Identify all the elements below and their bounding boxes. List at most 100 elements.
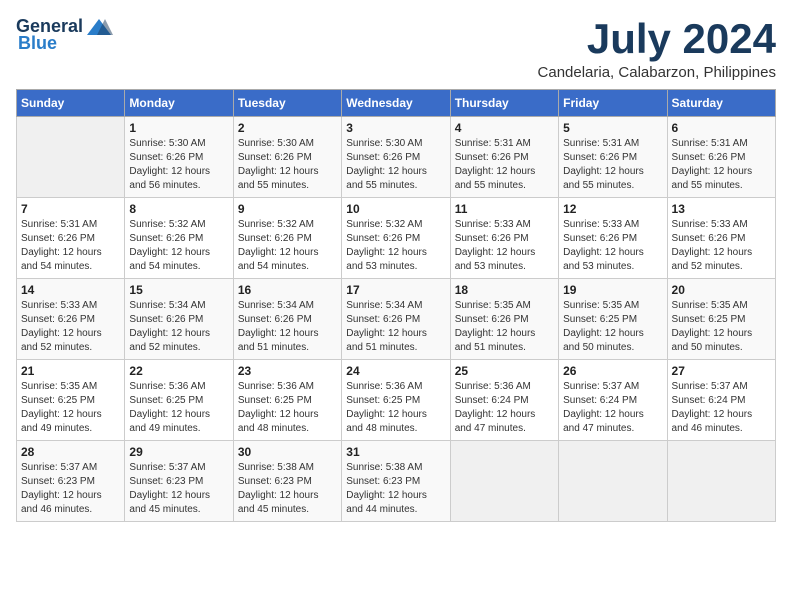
day-number: 18	[455, 283, 554, 297]
day-info: Sunrise: 5:30 AM Sunset: 6:26 PM Dayligh…	[129, 137, 228, 193]
calendar-cell: 4 Sunrise: 5:31 AM Sunset: 6:26 PM Daylig…	[450, 117, 558, 198]
day-number: 7	[21, 202, 120, 216]
logo: General Blue	[16, 16, 113, 54]
calendar-cell: 17Sunrise: 5:34 AM Sunset: 6:26 PM Dayli…	[342, 279, 450, 360]
day-info: Sunrise: 5:32 AM Sunset: 6:26 PM Dayligh…	[129, 218, 228, 274]
day-number: 20	[672, 283, 771, 297]
calendar-cell: 25 Sunrise: 5:36 AM Sunset: 6:24 PM Dayli…	[450, 360, 558, 441]
day-info: Sunrise: 5:36 AM Sunset: 6:24 PM Dayligh…	[455, 380, 554, 436]
col-header-thursday: Thursday	[450, 90, 558, 117]
day-info: Sunrise: 5:38 AM Sunset: 6:23 PM Dayligh…	[346, 461, 445, 517]
day-number: 5	[563, 121, 662, 135]
calendar-cell: 20 Sunrise: 5:35 AM Sunset: 6:25 PM Dayli…	[667, 279, 775, 360]
day-info: Sunrise: 5:31 AM Sunset: 6:26 PM Dayligh…	[563, 137, 662, 193]
logo-blue-text: Blue	[18, 33, 57, 54]
day-info: Sunrise: 5:35 AM Sunset: 6:25 PM Dayligh…	[563, 299, 662, 355]
calendar-cell: 14 Sunrise: 5:33 AM Sunset: 6:26 PM Dayli…	[17, 279, 125, 360]
day-info: Sunrise: 5:37 AM Sunset: 6:24 PM Dayligh…	[563, 380, 662, 436]
day-number: 24	[346, 364, 445, 378]
calendar-cell: 3 Sunrise: 5:30 AM Sunset: 6:26 PM Daylig…	[342, 117, 450, 198]
month-title: July 2024	[538, 16, 776, 62]
col-header-friday: Friday	[559, 90, 667, 117]
day-info: Sunrise: 5:33 AM Sunset: 6:26 PM Dayligh…	[455, 218, 554, 274]
day-info: Sunrise: 5:35 AM Sunset: 6:25 PM Dayligh…	[672, 299, 771, 355]
calendar-cell: 2Sunrise: 5:30 AM Sunset: 6:26 PM Daylig…	[233, 117, 341, 198]
day-number: 12	[563, 202, 662, 216]
calendar-cell: 10 Sunrise: 5:32 AM Sunset: 6:26 PM Dayli…	[342, 198, 450, 279]
calendar-cell: 16 Sunrise: 5:34 AM Sunset: 6:26 PM Dayli…	[233, 279, 341, 360]
day-info: Sunrise: 5:31 AM Sunset: 6:26 PM Dayligh…	[455, 137, 554, 193]
calendar-cell: 11 Sunrise: 5:33 AM Sunset: 6:26 PM Dayli…	[450, 198, 558, 279]
day-number: 15	[129, 283, 228, 297]
day-info: Sunrise: 5:30 AM Sunset: 6:26 PM Dayligh…	[346, 137, 445, 193]
day-number: 29	[129, 445, 228, 459]
calendar-cell	[450, 441, 558, 522]
calendar-cell	[17, 117, 125, 198]
calendar-cell: 27Sunrise: 5:37 AM Sunset: 6:24 PM Dayli…	[667, 360, 775, 441]
day-info: Sunrise: 5:36 AM Sunset: 6:25 PM Dayligh…	[346, 380, 445, 436]
logo-icon	[85, 17, 113, 37]
calendar-cell: 19 Sunrise: 5:35 AM Sunset: 6:25 PM Dayli…	[559, 279, 667, 360]
day-info: Sunrise: 5:38 AM Sunset: 6:23 PM Dayligh…	[238, 461, 337, 517]
calendar-cell: 29 Sunrise: 5:37 AM Sunset: 6:23 PM Dayli…	[125, 441, 233, 522]
day-number: 22	[129, 364, 228, 378]
day-info: Sunrise: 5:30 AM Sunset: 6:26 PM Dayligh…	[238, 137, 337, 193]
location-text: Candelaria, Calabarzon, Philippines	[538, 64, 776, 81]
calendar-cell: 1 Sunrise: 5:30 AM Sunset: 6:26 PM Daylig…	[125, 117, 233, 198]
day-number: 4	[455, 121, 554, 135]
day-number: 9	[238, 202, 337, 216]
calendar-cell: 23Sunrise: 5:36 AM Sunset: 6:25 PM Dayli…	[233, 360, 341, 441]
day-info: Sunrise: 5:34 AM Sunset: 6:26 PM Dayligh…	[129, 299, 228, 355]
calendar-cell: 21 Sunrise: 5:35 AM Sunset: 6:25 PM Dayli…	[17, 360, 125, 441]
day-number: 1	[129, 121, 228, 135]
day-number: 23	[238, 364, 337, 378]
day-number: 30	[238, 445, 337, 459]
calendar-cell: 7Sunrise: 5:31 AM Sunset: 6:26 PM Daylig…	[17, 198, 125, 279]
day-number: 11	[455, 202, 554, 216]
calendar-cell: 26Sunrise: 5:37 AM Sunset: 6:24 PM Dayli…	[559, 360, 667, 441]
calendar-cell: 18 Sunrise: 5:35 AM Sunset: 6:26 PM Dayli…	[450, 279, 558, 360]
day-info: Sunrise: 5:32 AM Sunset: 6:26 PM Dayligh…	[346, 218, 445, 274]
day-info: Sunrise: 5:33 AM Sunset: 6:26 PM Dayligh…	[563, 218, 662, 274]
calendar-cell: 31Sunrise: 5:38 AM Sunset: 6:23 PM Dayli…	[342, 441, 450, 522]
calendar-cell: 24 Sunrise: 5:36 AM Sunset: 6:25 PM Dayli…	[342, 360, 450, 441]
day-number: 14	[21, 283, 120, 297]
calendar-cell: 28 Sunrise: 5:37 AM Sunset: 6:23 PM Dayli…	[17, 441, 125, 522]
day-number: 8	[129, 202, 228, 216]
calendar-table: SundayMondayTuesdayWednesdayThursdayFrid…	[16, 89, 776, 522]
day-info: Sunrise: 5:35 AM Sunset: 6:26 PM Dayligh…	[455, 299, 554, 355]
day-info: Sunrise: 5:34 AM Sunset: 6:26 PM Dayligh…	[346, 299, 445, 355]
calendar-week-3: 14 Sunrise: 5:33 AM Sunset: 6:26 PM Dayli…	[17, 279, 776, 360]
calendar-cell	[667, 441, 775, 522]
calendar-cell: 9 Sunrise: 5:32 AM Sunset: 6:26 PM Daylig…	[233, 198, 341, 279]
day-info: Sunrise: 5:33 AM Sunset: 6:26 PM Dayligh…	[21, 299, 120, 355]
calendar-week-4: 21 Sunrise: 5:35 AM Sunset: 6:25 PM Dayli…	[17, 360, 776, 441]
page-header: General Blue July 2024 Candelaria, Calab…	[16, 16, 776, 81]
header-row: SundayMondayTuesdayWednesdayThursdayFrid…	[17, 90, 776, 117]
day-info: Sunrise: 5:37 AM Sunset: 6:23 PM Dayligh…	[21, 461, 120, 517]
day-number: 25	[455, 364, 554, 378]
day-info: Sunrise: 5:34 AM Sunset: 6:26 PM Dayligh…	[238, 299, 337, 355]
day-info: Sunrise: 5:33 AM Sunset: 6:26 PM Dayligh…	[672, 218, 771, 274]
day-number: 28	[21, 445, 120, 459]
day-number: 10	[346, 202, 445, 216]
col-header-wednesday: Wednesday	[342, 90, 450, 117]
day-number: 19	[563, 283, 662, 297]
day-number: 16	[238, 283, 337, 297]
day-number: 21	[21, 364, 120, 378]
calendar-week-5: 28 Sunrise: 5:37 AM Sunset: 6:23 PM Dayli…	[17, 441, 776, 522]
day-info: Sunrise: 5:36 AM Sunset: 6:25 PM Dayligh…	[129, 380, 228, 436]
day-number: 3	[346, 121, 445, 135]
day-info: Sunrise: 5:32 AM Sunset: 6:26 PM Dayligh…	[238, 218, 337, 274]
day-info: Sunrise: 5:37 AM Sunset: 6:24 PM Dayligh…	[672, 380, 771, 436]
title-area: July 2024 Candelaria, Calabarzon, Philip…	[538, 16, 776, 81]
calendar-cell: 30 Sunrise: 5:38 AM Sunset: 6:23 PM Dayli…	[233, 441, 341, 522]
calendar-cell: 13Sunrise: 5:33 AM Sunset: 6:26 PM Dayli…	[667, 198, 775, 279]
calendar-cell: 6Sunrise: 5:31 AM Sunset: 6:26 PM Daylig…	[667, 117, 775, 198]
calendar-cell	[559, 441, 667, 522]
calendar-cell: 12 Sunrise: 5:33 AM Sunset: 6:26 PM Dayli…	[559, 198, 667, 279]
col-header-monday: Monday	[125, 90, 233, 117]
day-info: Sunrise: 5:37 AM Sunset: 6:23 PM Dayligh…	[129, 461, 228, 517]
calendar-cell: 15 Sunrise: 5:34 AM Sunset: 6:26 PM Dayli…	[125, 279, 233, 360]
day-info: Sunrise: 5:35 AM Sunset: 6:25 PM Dayligh…	[21, 380, 120, 436]
